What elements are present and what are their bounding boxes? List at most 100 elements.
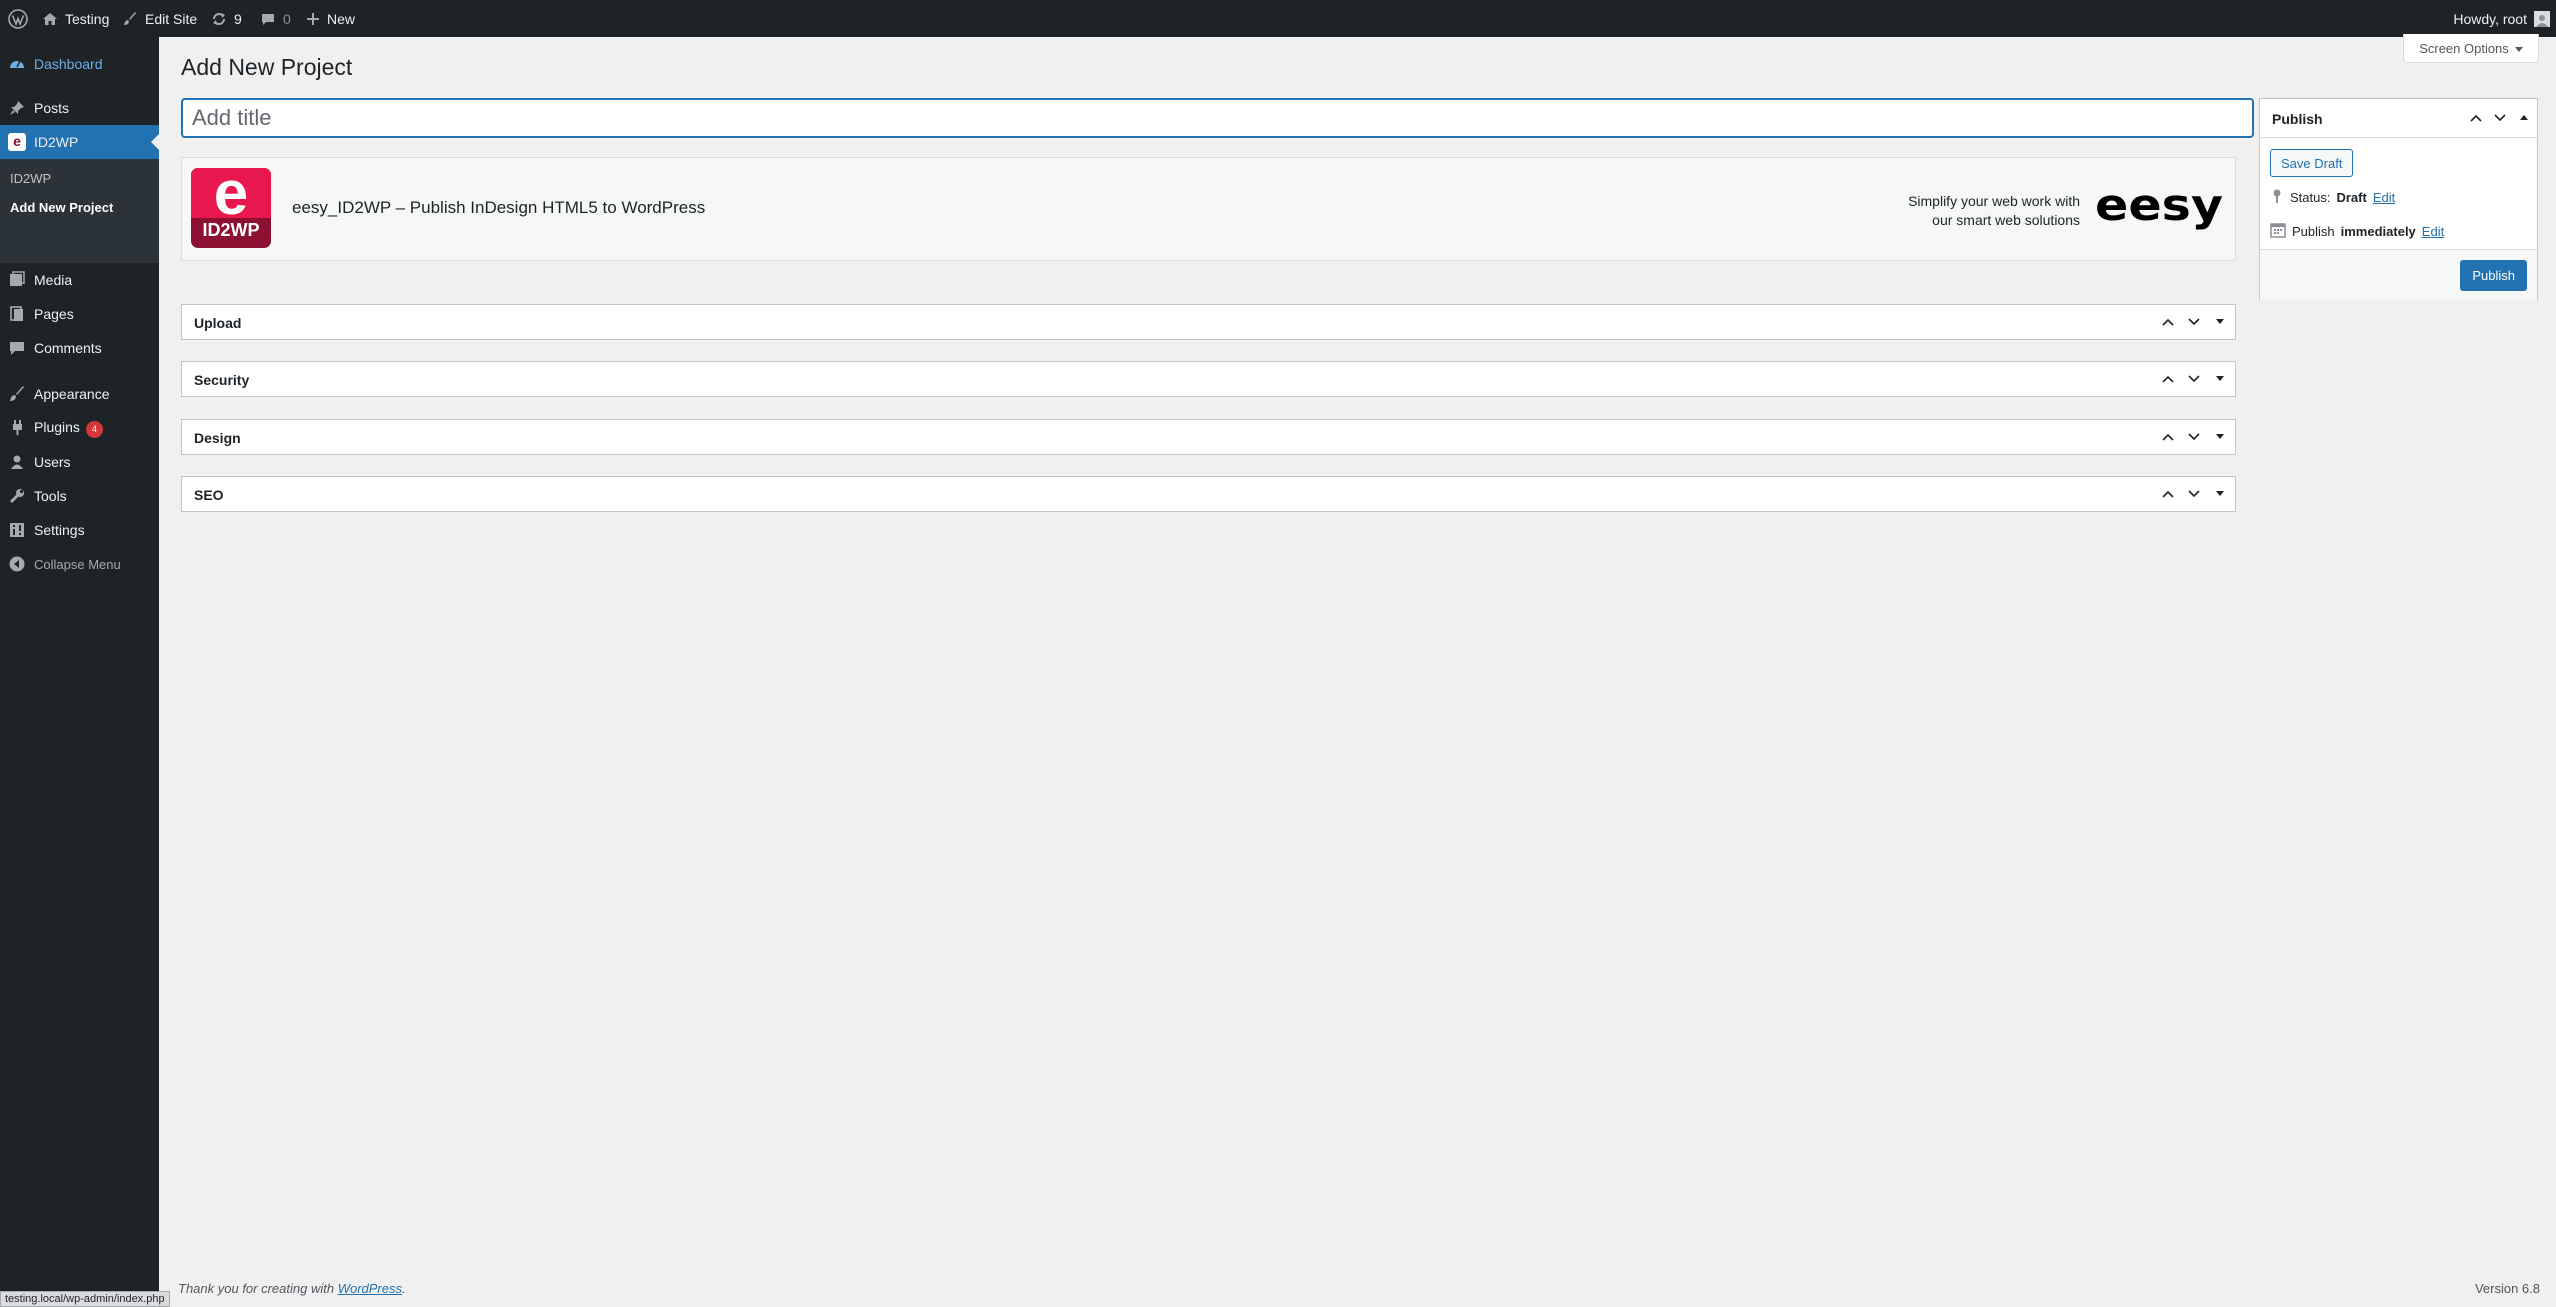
page-title: Add New Project: [181, 54, 353, 80]
publish-metabox: Publish Save Draft Status: Draft Edit Pu…: [2259, 98, 2538, 300]
move-up-icon[interactable]: [2159, 483, 2177, 505]
sidebar-item-id2wp[interactable]: e ID2WP: [0, 125, 159, 159]
pages-icon: [8, 305, 26, 323]
sidebar-item-posts[interactable]: Posts: [0, 91, 159, 125]
title-input[interactable]: [181, 98, 2254, 138]
toggle-panel-icon[interactable]: [2515, 107, 2533, 129]
banner-tagline: Simplify your web work with our smart we…: [1820, 192, 2080, 230]
screen-options-label: Screen Options: [2419, 40, 2509, 56]
admin-bar-new[interactable]: New: [306, 0, 355, 37]
sidebar-label: Collapse Menu: [34, 556, 121, 572]
new-label: New: [327, 10, 356, 27]
move-down-icon[interactable]: [2185, 368, 2203, 390]
sidebar-item-plugins[interactable]: Plugins 4: [0, 411, 159, 445]
wordpress-link[interactable]: WordPress: [338, 1281, 402, 1296]
sidebar-item-media[interactable]: Media: [0, 263, 159, 297]
sidebar-label: Appearance: [34, 386, 110, 402]
screen-options-button[interactable]: Screen Options: [2403, 34, 2539, 63]
admin-bar-updates[interactable]: 9: [211, 0, 242, 37]
edit-status-link[interactable]: Edit: [2373, 190, 2395, 205]
svg-text:e: e: [214, 168, 248, 218]
updates-count: 9: [234, 10, 242, 27]
move-up-icon[interactable]: [2159, 311, 2177, 333]
footer-thanks-suffix: .: [402, 1281, 406, 1296]
footer-version: Version 6.8: [2474, 1281, 2540, 1296]
sidebar-item-tools[interactable]: Tools: [0, 479, 159, 513]
submenu-item-id2wp[interactable]: ID2WP: [10, 171, 51, 186]
publish-status-row: Status: Draft Edit: [2270, 188, 2395, 207]
howdy-text: Howdy, root: [2453, 10, 2527, 27]
media-icon: [8, 271, 26, 289]
move-up-icon[interactable]: [2159, 368, 2177, 390]
home-icon: [42, 11, 58, 27]
move-up-icon[interactable]: [2159, 426, 2177, 448]
metabox-seo[interactable]: SEO: [181, 476, 2236, 512]
collapse-icon: [8, 555, 26, 573]
status-value: Draft: [2336, 190, 2367, 205]
id2wp-logo: e ID2WP: [191, 168, 271, 248]
footer-thanks-text: Thank you for creating with: [178, 1281, 335, 1296]
sidebar-label: Media: [34, 272, 73, 288]
wordpress-logo-icon[interactable]: [3, 0, 33, 37]
metabox-security[interactable]: Security: [181, 361, 2236, 397]
metabox-controls: [2467, 107, 2533, 129]
sidebar-label: Comments: [34, 340, 102, 356]
collapse-menu-button[interactable]: Collapse Menu: [0, 547, 159, 581]
move-down-icon[interactable]: [2185, 483, 2203, 505]
move-down-icon[interactable]: [2185, 311, 2203, 333]
metabox-title: SEO: [194, 487, 224, 503]
sidebar-label: Posts: [34, 100, 70, 116]
plugin-banner: e ID2WP eesy_ID2WP – Publish InDesign HT…: [181, 157, 2236, 261]
sidebar-item-comments[interactable]: Comments: [0, 331, 159, 365]
plug-icon: [8, 419, 26, 437]
admin-bar-account[interactable]: Howdy, root: [2453, 0, 2550, 37]
sidebar-item-settings[interactable]: Settings: [0, 513, 159, 547]
sidebar-label: Tools: [34, 488, 67, 504]
sidebar-item-dashboard[interactable]: Dashboard: [0, 47, 159, 81]
site-name: Testing: [65, 10, 110, 27]
avatar: [2534, 10, 2550, 27]
toggle-panel-icon[interactable]: [2211, 426, 2229, 448]
sidebar-label: ID2WP: [34, 134, 79, 150]
move-down-icon[interactable]: [2491, 107, 2509, 129]
submenu-item-add-new-project[interactable]: Add New Project: [10, 200, 113, 215]
sidebar-label: Dashboard: [34, 56, 103, 72]
sidebar-item-pages[interactable]: Pages: [0, 297, 159, 331]
banner-title: eesy_ID2WP – Publish InDesign HTML5 to W…: [292, 198, 706, 217]
save-draft-button[interactable]: Save Draft: [2270, 149, 2354, 177]
logo-text: ID2WP: [202, 220, 260, 240]
brush-icon: [122, 11, 138, 27]
metabox-title: Design: [194, 430, 241, 446]
metabox-title: Security: [194, 372, 250, 388]
metabox-upload[interactable]: Upload: [181, 304, 2236, 340]
toggle-panel-icon[interactable]: [2211, 368, 2229, 390]
updates-icon: [211, 11, 227, 27]
wrench-icon: [8, 487, 26, 505]
tagline-line-1: Simplify your web work with: [1908, 193, 2080, 209]
publish-button[interactable]: Publish: [2460, 260, 2527, 291]
plugins-label: Plugins: [34, 418, 80, 435]
admin-bar-comments[interactable]: 0: [260, 0, 291, 37]
id2wp-submenu: ID2WP Add New Project: [0, 159, 159, 263]
sidebar-label: Users: [34, 454, 71, 470]
admin-bar-edit-site[interactable]: Edit Site: [122, 0, 197, 37]
admin-bar-site[interactable]: Testing: [42, 0, 109, 37]
eesy-brand-logo: eesy: [2093, 180, 2225, 231]
metabox-controls: [2159, 426, 2229, 448]
edit-site-label: Edit Site: [145, 10, 198, 27]
move-up-icon[interactable]: [2467, 107, 2485, 129]
toggle-panel-icon[interactable]: [2211, 483, 2229, 505]
logo-e-shape: e: [191, 168, 271, 228]
move-down-icon[interactable]: [2185, 426, 2203, 448]
toggle-panel-icon[interactable]: [2211, 311, 2229, 333]
sidebar-item-appearance[interactable]: Appearance: [0, 377, 159, 411]
sidebar-label: Pages: [34, 306, 74, 322]
metabox-design[interactable]: Design: [181, 419, 2236, 455]
admin-bar: Testing Edit Site 9 0 New Howdy, root: [0, 0, 2556, 37]
footer-thanks: Thank you for creating with WordPress.: [178, 1281, 406, 1296]
metabox-controls: [2159, 368, 2229, 390]
comments-icon: [8, 339, 26, 357]
admin-sidebar: Dashboard Posts e ID2WP ID2WP Add New Pr…: [0, 37, 159, 1305]
edit-schedule-link[interactable]: Edit: [2422, 224, 2444, 239]
sidebar-item-users[interactable]: Users: [0, 445, 159, 479]
